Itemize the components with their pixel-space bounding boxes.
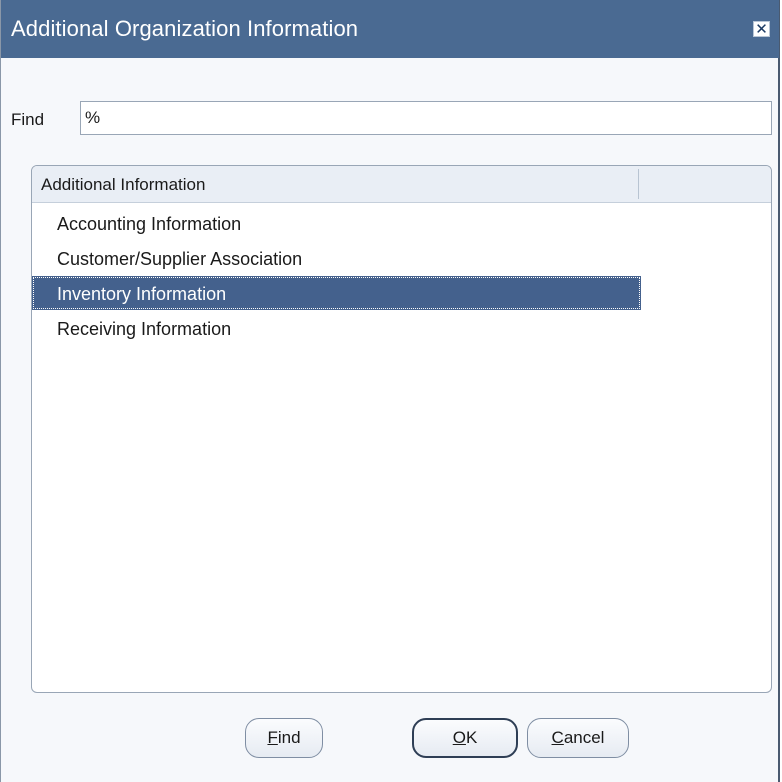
ok-button-mnemonic: O [452, 728, 466, 747]
dialog-window: Additional Organization Information ✕ Fi… [0, 0, 780, 782]
ok-button-label: K [465, 728, 478, 747]
find-button[interactable]: Find [245, 718, 323, 758]
list-item-inventory-information[interactable]: Inventory Information [32, 276, 641, 310]
find-button-mnemonic: F [267, 728, 278, 747]
list-item-label: Inventory Information [57, 284, 227, 304]
list-item-accounting-information[interactable]: Accounting Information [32, 206, 641, 240]
column-header-label: Additional Information [41, 175, 206, 194]
close-icon[interactable]: ✕ [753, 21, 770, 38]
list-column-header: Additional Information [32, 166, 771, 203]
ok-button[interactable]: OK [412, 718, 518, 758]
title-bar[interactable]: Additional Organization Information ✕ [1, 0, 779, 58]
find-input[interactable] [80, 101, 772, 135]
list-item-receiving-information[interactable]: Receiving Information [32, 311, 641, 345]
list-item-label: Receiving Information [57, 319, 232, 339]
cancel-button[interactable]: Cancel [527, 718, 629, 758]
list-item-label: Accounting Information [57, 214, 242, 234]
list-item-customer-supplier-association[interactable]: Customer/Supplier Association [32, 241, 641, 275]
column-divider [638, 169, 639, 199]
find-label: Find [11, 110, 45, 129]
cancel-button-label: ancel [563, 728, 605, 747]
cancel-button-mnemonic: C [551, 728, 564, 747]
find-button-label: ind [277, 728, 301, 747]
list-item-label: Customer/Supplier Association [57, 249, 303, 269]
window-title: Additional Organization Information [11, 16, 359, 41]
additional-info-list: Additional Information Accounting Inform… [31, 165, 772, 693]
